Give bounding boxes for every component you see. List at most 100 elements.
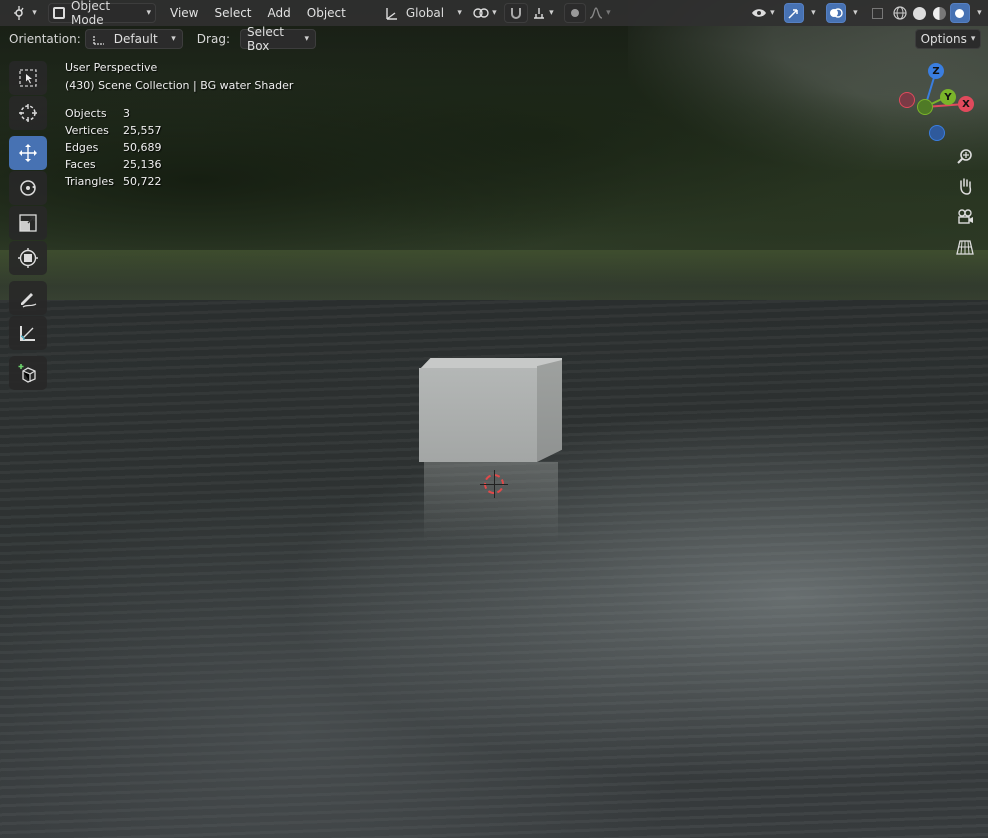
gizmo-z-axis[interactable]: Z [928, 63, 944, 79]
zoom-button[interactable] [953, 144, 977, 168]
stat-value: 3 [123, 107, 130, 120]
camera-view-button[interactable] [953, 205, 977, 229]
cursor-icon [19, 104, 37, 122]
viewport-header: ▾ Object Mode ▾ View Select Add Object G… [0, 0, 988, 27]
gizmo-arrows-icon [788, 9, 798, 19]
collection-info-text: (430) Scene Collection | BG water Shader [65, 79, 294, 92]
tool-annotate[interactable] [9, 281, 47, 315]
shading-rendered-button[interactable] [949, 3, 970, 23]
gizmo-dropdown[interactable]: ▾ [804, 3, 820, 23]
snap-toggle[interactable] [503, 3, 528, 23]
move-arrows-icon [19, 144, 37, 162]
chevron-down-icon: ▾ [853, 8, 858, 18]
perspective-toggle-button[interactable] [953, 235, 977, 259]
cube-object[interactable] [419, 368, 537, 462]
chevron-down-icon: ▾ [457, 8, 462, 18]
3d-cursor[interactable] [480, 470, 508, 498]
gizmo-neg-x-axis[interactable] [899, 92, 915, 108]
stat-key: Vertices [65, 124, 109, 137]
gizmo-toggle[interactable] [783, 3, 804, 23]
visibility-dropdown[interactable]: ▾ [748, 3, 778, 23]
shading-dropdown[interactable]: ▾ [970, 3, 986, 23]
stat-value: 25,136 [123, 158, 162, 171]
stat-key: Triangles [65, 175, 114, 188]
solid-sphere-icon [913, 6, 927, 20]
add-cube-icon [18, 364, 36, 383]
scale-icon [19, 214, 37, 232]
proportional-edit-toggle[interactable] [563, 3, 586, 23]
chevron-down-icon: ▾ [304, 34, 309, 44]
chevron-down-icon: ▾ [549, 8, 554, 18]
pivot-point-dropdown[interactable]: ▾ [470, 3, 500, 23]
tool-add-cube[interactable] [9, 356, 47, 390]
stat-objects: Objects 3 [65, 107, 130, 120]
tool-scale[interactable] [9, 206, 47, 240]
grid-perspective-icon [956, 240, 974, 255]
pencil-icon [21, 293, 37, 308]
gizmo-neg-y-axis[interactable] [917, 99, 933, 115]
select-box-icon [19, 69, 37, 87]
shading-solid-button[interactable] [910, 3, 930, 23]
gizmo-neg-z-axis[interactable] [929, 125, 945, 141]
tool-transform[interactable] [9, 241, 47, 275]
shading-wireframe-button[interactable] [890, 3, 910, 23]
orientation-label: Orientation: [9, 32, 81, 46]
stat-vertices: Vertices 25,557 [65, 124, 162, 137]
tool-measure[interactable] [9, 316, 47, 350]
chevron-down-icon: ▾ [811, 8, 816, 18]
tool-rotate[interactable] [9, 171, 47, 205]
snap-target-dropdown[interactable]: ▾ [528, 3, 558, 23]
rotate-icon [20, 180, 36, 196]
options-dropdown[interactable]: Options ▾ [915, 29, 981, 49]
chevron-down-icon: ▾ [171, 34, 176, 44]
shading-material-button[interactable] [930, 3, 950, 23]
gizmo-y-axis[interactable]: Y [940, 89, 956, 105]
hand-icon [960, 178, 972, 195]
eye-icon [752, 9, 767, 17]
xray-icon [872, 7, 884, 19]
wireframe-sphere-icon [893, 6, 907, 20]
falloff-curve-icon [589, 7, 603, 19]
transform-orientation-dropdown[interactable]: Global ▾ [384, 3, 462, 23]
options-label: Options [920, 32, 967, 46]
gizmo-x-axis[interactable]: X [958, 96, 974, 112]
stat-key: Edges [65, 141, 99, 154]
drag-dropdown[interactable]: Select Box ▾ [239, 25, 316, 53]
menu-add[interactable]: Add [260, 3, 299, 23]
menu-select[interactable]: Select [206, 3, 259, 23]
camera-icon [958, 209, 973, 224]
object-mode-icon [53, 7, 65, 19]
stat-value: 50,722 [123, 175, 162, 188]
menu-view[interactable]: View [162, 3, 206, 23]
rendered-sphere-icon [953, 6, 967, 20]
mode-dropdown[interactable]: Object Mode ▾ [48, 0, 156, 27]
chevron-down-icon: ▾ [492, 8, 497, 18]
xray-toggle[interactable] [868, 3, 888, 23]
pan-button[interactable] [953, 174, 977, 198]
overlays-icon [829, 8, 843, 18]
proportional-falloff-dropdown[interactable]: ▾ [586, 3, 614, 23]
tool-move[interactable] [9, 136, 47, 170]
stat-faces: Faces 25,136 [65, 158, 162, 171]
drag-value: Select Box [246, 25, 285, 53]
editor-type-button[interactable]: ▾ [8, 3, 42, 23]
chevron-down-icon: ▾ [770, 8, 775, 18]
tool-select-box[interactable] [9, 61, 47, 95]
stat-value: 25,557 [123, 124, 162, 137]
overlays-toggle[interactable] [825, 3, 846, 23]
cube-side-face[interactable] [537, 360, 562, 462]
orientation-label: Global [405, 6, 445, 20]
tool-settings-bar: Orientation: Default ▾ Drag: Select Box … [0, 25, 988, 53]
orientation-axes-icon [93, 35, 104, 45]
zoom-magnifier-icon [957, 149, 972, 164]
menu-object[interactable]: Object [299, 3, 354, 23]
editor-type-icon [14, 6, 24, 20]
orientation-dropdown[interactable]: Default ▾ [84, 29, 183, 49]
stat-key: Faces [65, 158, 96, 171]
stat-triangles: Triangles 50,722 [65, 175, 162, 188]
chevron-down-icon: ▾ [32, 8, 37, 18]
overlays-dropdown[interactable]: ▾ [846, 3, 862, 23]
tool-cursor[interactable] [9, 96, 47, 130]
material-sphere-icon [933, 6, 947, 20]
proportional-edit-icon [570, 9, 579, 17]
